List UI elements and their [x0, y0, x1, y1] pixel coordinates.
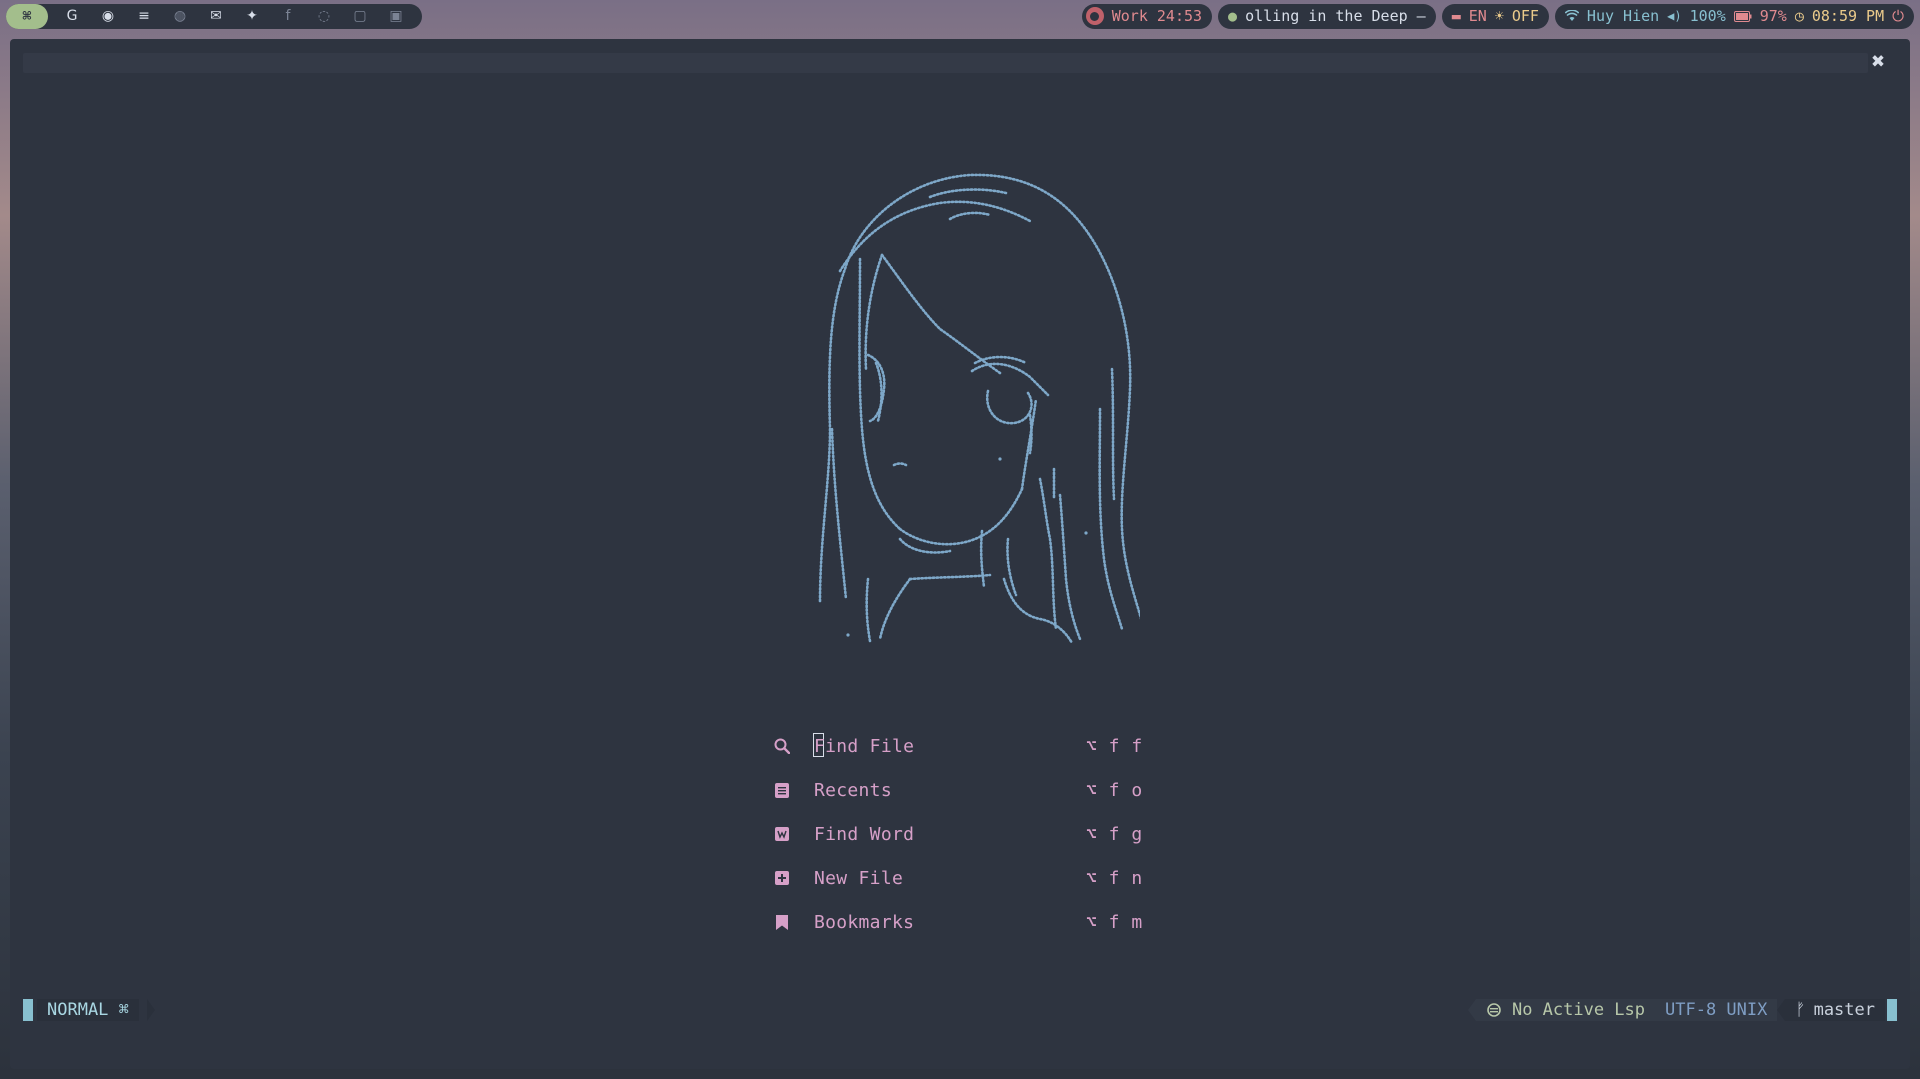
git-branch-name: master [1813, 1000, 1875, 1020]
work-timer-pill[interactable]: Work 24:53 [1081, 3, 1213, 29]
status-right: No Active Lsp UTF-8 UNIX ᚠ master [1467, 999, 1897, 1021]
git-branch-icon: ᚠ [1795, 1000, 1806, 1020]
facebook-icon[interactable]: f [270, 4, 306, 29]
stackoverflow-icon[interactable]: ≡ [126, 4, 162, 29]
window-title-bar [23, 53, 1868, 73]
twitch-icon[interactable]: ▢ [342, 4, 378, 29]
record-icon [1085, 7, 1104, 25]
input-caffeine-pill[interactable]: ▬ EN ☀ OFF [1441, 3, 1549, 29]
reddit-icon[interactable]: ◍ [162, 4, 198, 29]
app-launcher-pill: ⌘ G ◉ ≡ ◍ ✉ ✦ f ◌ ▢ ▣ [6, 3, 422, 29]
battery-level: 97% [1759, 7, 1787, 25]
menu-item-new-file[interactable]: New File ⌥ f n [770, 863, 1170, 893]
keyboard-icon: ▬ [1451, 7, 1461, 25]
system-status-pill[interactable]: Huy Hien ◀) 100% 97% ◷ 08:59 PM ⏻ [1554, 3, 1914, 29]
git-separator [1777, 999, 1786, 1021]
mode-separator [147, 999, 155, 1021]
menu-item-recents[interactable]: Recents ⌥ f o [770, 775, 1170, 805]
menu-item-shortcut: ⌥ f f [1086, 735, 1143, 757]
now-playing-pill[interactable]: ● olling in the Deep – [1218, 3, 1436, 29]
menu-item-label: Find File [814, 735, 915, 757]
menu-item-label: Find Word [814, 823, 915, 845]
work-timer: Work 24:53 [1111, 7, 1203, 25]
spotify-icon: ● [1228, 7, 1238, 25]
brightness-icon: ☀ [1494, 7, 1504, 25]
volume-icon: ◀) [1667, 9, 1682, 23]
menu-item-label: Bookmarks [814, 911, 915, 933]
caffeine-state: OFF [1511, 7, 1539, 25]
now-playing-title: olling in the Deep – [1245, 7, 1426, 25]
command-menu-button[interactable]: ⌘ [6, 3, 48, 29]
volume-level: 100% [1689, 7, 1726, 25]
battery-icon [1733, 10, 1752, 22]
wifi-name: Huy Hien [1586, 7, 1660, 25]
find-word-icon [770, 822, 794, 846]
menu-item-shortcut: ⌥ f n [1086, 867, 1143, 889]
menu-item-label: Recents [814, 779, 892, 801]
menu-item-label: New File [814, 867, 904, 889]
search-icon [770, 734, 794, 758]
recent-files-icon [770, 778, 794, 802]
clock-time: 08:59 PM [1811, 7, 1885, 25]
terminal-window: ✖ Find File ⌥ f f Recents ⌥ f o Find Wor… [10, 39, 1910, 1069]
ascii-art-portrait [818, 173, 1140, 645]
bookmark-icon [770, 910, 794, 934]
lsp-status-text: No Active Lsp [1511, 1000, 1646, 1020]
menu-item-shortcut: ⌥ f m [1086, 911, 1143, 933]
mail-icon[interactable]: ✉ [198, 4, 234, 29]
google-icon[interactable]: G [54, 4, 90, 29]
gear-icon [1487, 1003, 1501, 1017]
git-branch[interactable]: ᚠ master [1785, 999, 1885, 1021]
vim-mode: NORMAL ⌘ [37, 999, 139, 1021]
lsp-status[interactable]: No Active Lsp [1475, 999, 1656, 1021]
twitter-icon[interactable]: ✦ [234, 4, 270, 29]
messenger-icon[interactable]: ◌ [306, 4, 342, 29]
menu-item-shortcut: ⌥ f o [1086, 779, 1143, 801]
new-file-icon [770, 866, 794, 890]
wifi-icon [1564, 10, 1579, 21]
status-separator [1467, 999, 1476, 1021]
power-icon[interactable]: ⏻ [1892, 7, 1904, 25]
mode-indicator-bar [23, 999, 33, 1021]
discord-icon[interactable]: ▣ [378, 4, 414, 29]
clock-icon: ◷ [1794, 7, 1804, 25]
status-end-bar [1887, 999, 1897, 1021]
menu-item-shortcut: ⌥ f g [1086, 823, 1143, 845]
keyboard-language: EN [1468, 7, 1487, 25]
menu-item-bookmarks[interactable]: Bookmarks ⌥ f m [770, 907, 1170, 937]
menu-item-find-word[interactable]: Find Word ⌥ f g [770, 819, 1170, 849]
github-icon[interactable]: ◉ [90, 4, 126, 29]
menu-bar: ⌘ G ◉ ≡ ◍ ✉ ✦ f ◌ ▢ ▣ Work 24:53 ● ollin… [0, 0, 1920, 32]
menu-item-find-file[interactable]: Find File ⌥ f f [770, 731, 1170, 761]
file-encoding: UTF-8 UNIX [1655, 999, 1778, 1021]
close-icon[interactable]: ✖ [1866, 50, 1890, 74]
status-line: NORMAL ⌘ No Active Lsp UTF-8 UNIX ᚠ mast… [23, 997, 1897, 1023]
status-area: Work 24:53 ● olling in the Deep – ▬ EN ☀… [1081, 3, 1914, 29]
